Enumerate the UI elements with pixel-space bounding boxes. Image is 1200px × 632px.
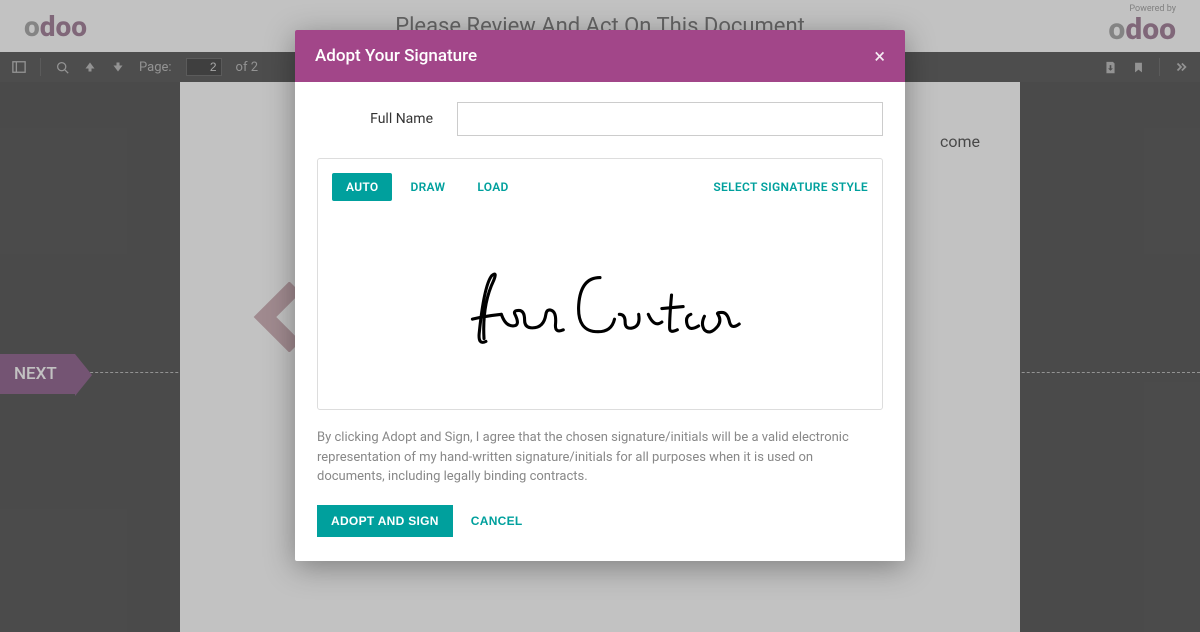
- adopt-and-sign-button[interactable]: ADOPT AND SIGN: [317, 505, 453, 537]
- modal-header: Adopt Your Signature ×: [295, 30, 905, 82]
- signature-modal: Adopt Your Signature × Full Name AUTO DR…: [295, 30, 905, 561]
- tab-load[interactable]: LOAD: [463, 173, 522, 201]
- modal-title: Adopt Your Signature: [315, 46, 477, 66]
- legal-text: By clicking Adopt and Sign, I agree that…: [317, 428, 883, 487]
- cancel-button[interactable]: CANCEL: [459, 505, 535, 537]
- tab-draw[interactable]: DRAW: [396, 173, 459, 201]
- full-name-input[interactable]: [457, 102, 883, 136]
- signature-panel: AUTO DRAW LOAD SELECT SIGNATURE STYLE: [317, 158, 883, 410]
- tab-auto[interactable]: AUTO: [332, 173, 392, 201]
- full-name-label: Full Name: [317, 111, 457, 127]
- signature-preview: [318, 209, 882, 409]
- close-icon[interactable]: ×: [874, 44, 885, 68]
- modal-backdrop: Adopt Your Signature × Full Name AUTO DR…: [0, 0, 1200, 632]
- signature-graphic: [455, 266, 745, 353]
- select-signature-style[interactable]: SELECT SIGNATURE STYLE: [713, 180, 868, 194]
